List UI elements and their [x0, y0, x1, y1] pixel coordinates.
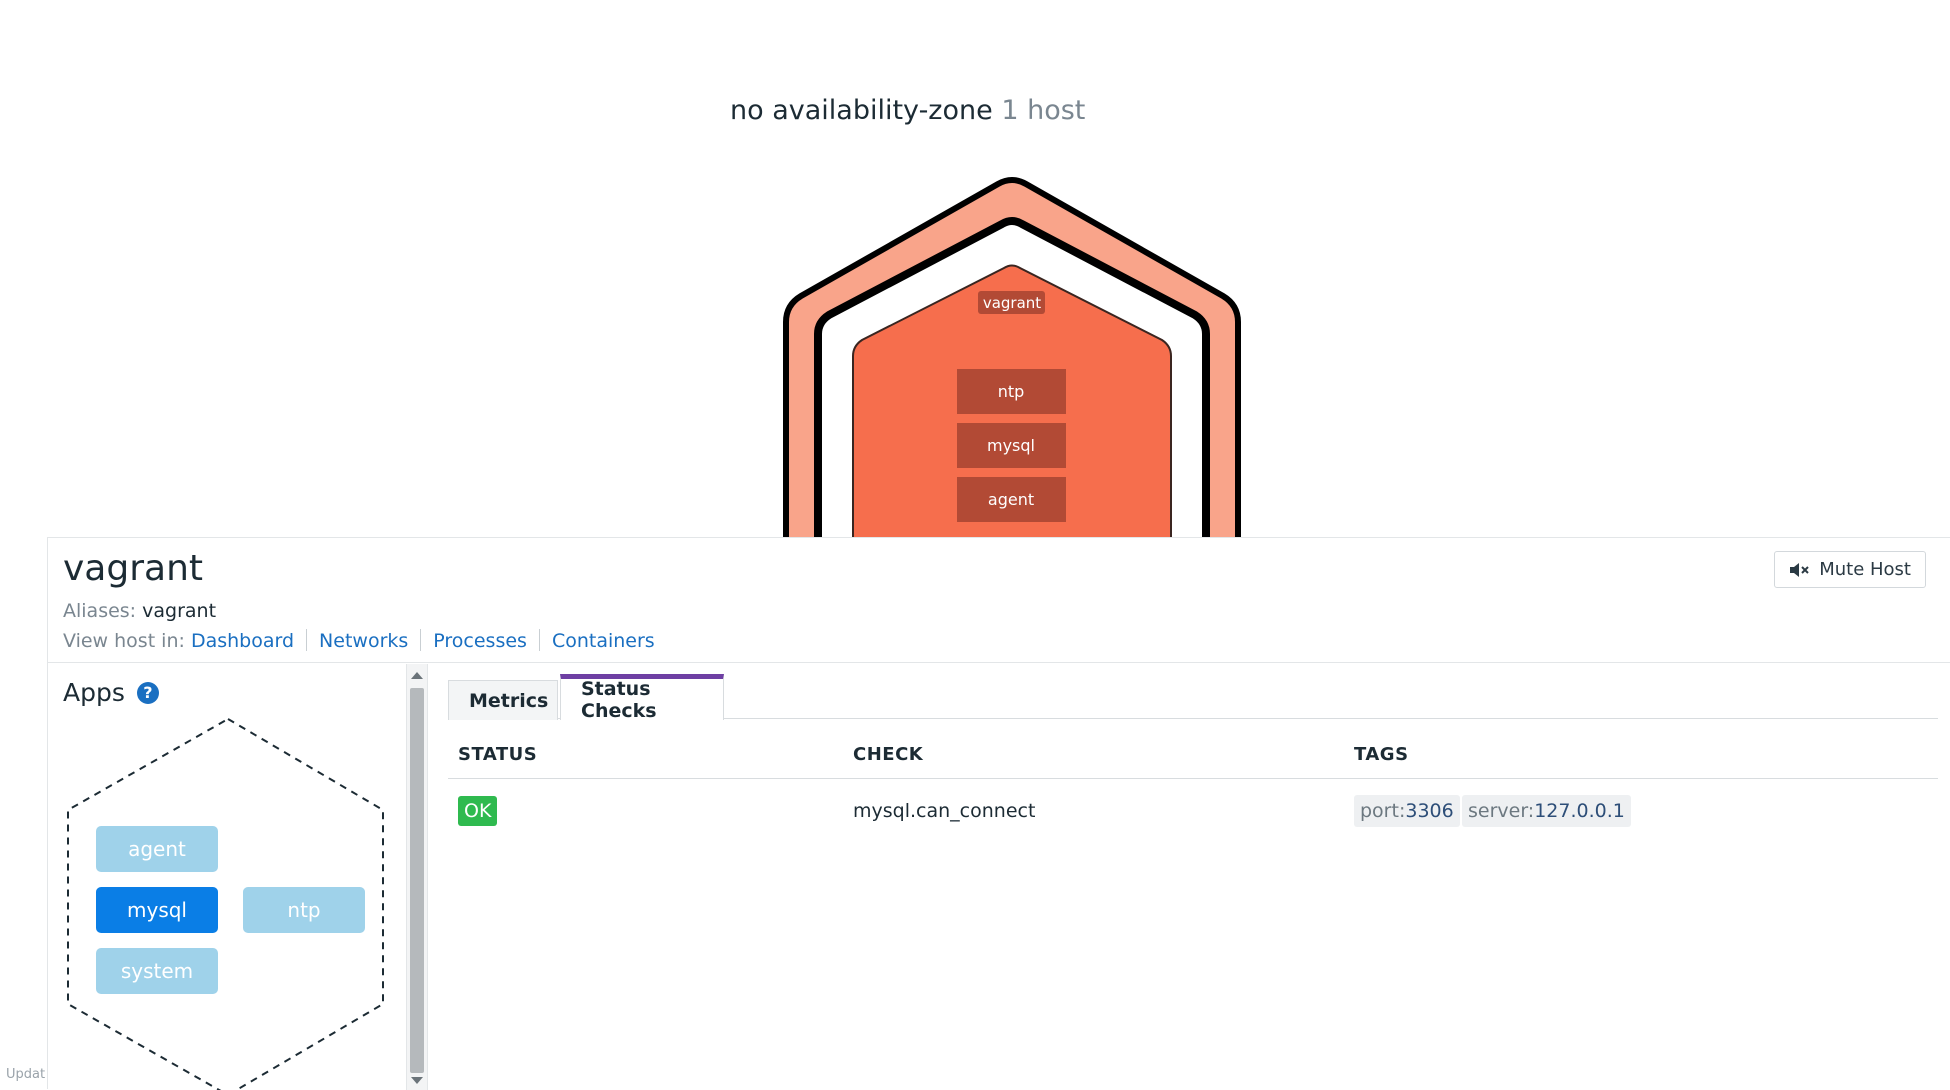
aliases-value: vagrant	[142, 600, 217, 622]
apps-pane: Apps ? agent mysql ntp system	[48, 664, 406, 1090]
tags-header: TAGS	[1354, 744, 1409, 765]
map-app-agent[interactable]: agent	[957, 477, 1066, 522]
speaker-mute-icon	[1790, 562, 1809, 577]
app-agent-button[interactable]: agent	[96, 826, 218, 872]
tab-status-checks[interactable]: Status Checks	[560, 674, 724, 722]
dashboard-link[interactable]: Dashboard	[191, 630, 294, 652]
link-divider	[306, 629, 308, 651]
check-header: CHECK	[853, 744, 924, 765]
map-app-label: agent	[988, 490, 1034, 509]
map-app-label: ntp	[998, 382, 1025, 401]
link-divider	[538, 629, 540, 651]
apps-title-text: Apps	[63, 678, 125, 707]
map-app-label: mysql	[987, 436, 1035, 455]
app-system-button[interactable]: system	[96, 948, 218, 994]
scroll-thumb[interactable]	[410, 688, 424, 1073]
tag-port[interactable]: port: 3306	[1354, 795, 1460, 827]
host-map: vagrant ntp mysql agent	[783, 177, 1241, 537]
aliases: Aliases: vagrant	[63, 600, 216, 622]
apps-scrollbar[interactable]	[406, 664, 428, 1090]
map-app-ntp[interactable]: ntp	[957, 369, 1066, 414]
link-divider	[420, 629, 422, 651]
check-name: mysql.can_connect	[853, 800, 1036, 822]
mute-host-label: Mute Host	[1819, 559, 1911, 580]
help-icon[interactable]: ?	[136, 681, 159, 704]
host-label: vagrant	[983, 294, 1041, 312]
networks-link[interactable]: Networks	[319, 630, 408, 652]
scroll-down-icon[interactable]	[411, 1077, 423, 1084]
map-app-mysql[interactable]: mysql	[957, 423, 1066, 468]
tag-server[interactable]: server: 127.0.0.1	[1462, 795, 1631, 827]
host-name: vagrant	[63, 548, 204, 589]
view-in-label: View host in:	[63, 630, 185, 652]
view-host-in: View host in: Dashboard Networks Processes…	[63, 629, 655, 652]
tag-value: 127.0.0.1	[1534, 800, 1625, 822]
detail-tabs: Metrics Status Checks	[448, 674, 1938, 722]
app-ntp-button[interactable]: ntp	[243, 887, 365, 933]
containers-link[interactable]: Containers	[552, 630, 655, 652]
host-header: vagrant Aliases: vagrant View host in: D…	[48, 538, 1950, 663]
aliases-label: Aliases:	[63, 600, 137, 622]
scroll-up-icon[interactable]	[411, 672, 423, 679]
status-header: STATUS	[458, 744, 538, 765]
tag-value: 3306	[1405, 800, 1454, 822]
header-divider	[448, 778, 1938, 779]
status-badge: OK	[458, 796, 498, 826]
tab-metrics[interactable]: Metrics	[448, 680, 558, 720]
processes-link[interactable]: Processes	[433, 630, 527, 652]
tag-key: server:	[1468, 800, 1535, 822]
apps-title: Apps ?	[63, 678, 159, 707]
app-mysql-button[interactable]: mysql	[96, 887, 218, 933]
mute-host-button[interactable]: Mute Host	[1774, 551, 1926, 588]
host-detail-panel: vagrant Aliases: vagrant View host in: D…	[47, 537, 1950, 1090]
updated-text: Updat	[6, 1067, 46, 1082]
tag-key: port:	[1360, 800, 1406, 822]
apps-hex-outline	[67, 718, 384, 1090]
